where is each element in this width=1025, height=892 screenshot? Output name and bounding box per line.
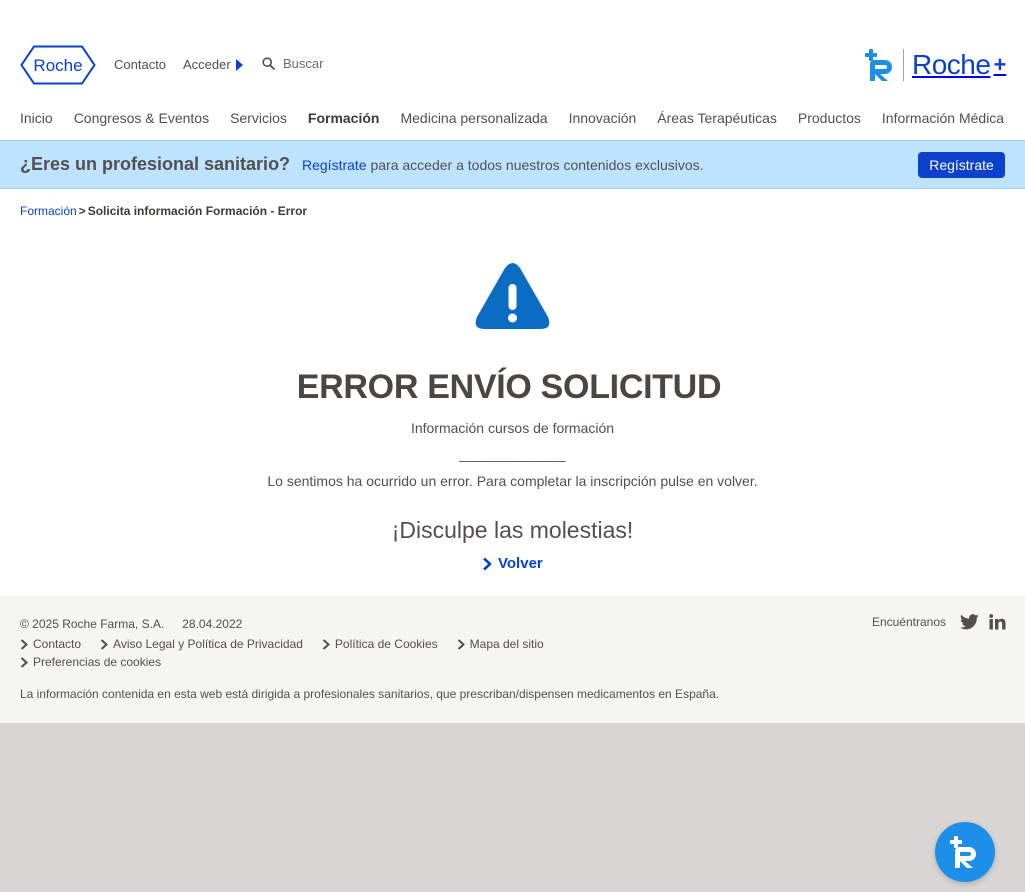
- footer-link-label: Mapa del sitio: [469, 637, 544, 651]
- back-link-label: Volver: [498, 555, 543, 572]
- error-subtitle: Información cursos de formación: [410, 420, 615, 436]
- footer-link-label: Política de Cookies: [334, 637, 438, 651]
- breadcrumb-parent-link[interactable]: Formación: [20, 204, 77, 218]
- roche-logo[interactable]: Roche: [20, 45, 96, 85]
- nav-item-congresos[interactable]: Congresos & Eventos: [74, 110, 209, 130]
- roche-plus-fab[interactable]: [935, 822, 995, 882]
- apology-text: ¡Disculpe las molestias!: [391, 517, 634, 543]
- acceder-label: Acceder: [183, 57, 231, 72]
- chevron-right-icon: [20, 638, 28, 650]
- register-button[interactable]: Regístrate: [918, 152, 1005, 178]
- social-label: Encuéntranos: [871, 615, 946, 629]
- caret-right-icon: [235, 58, 243, 71]
- banner-register-link[interactable]: Regístrate: [302, 157, 367, 173]
- banner-title: ¿Eres un profesional sanitario?: [20, 154, 291, 174]
- footer-link-label: Contacto: [33, 637, 82, 651]
- chevron-right-icon: [322, 638, 330, 650]
- contacto-link[interactable]: Contacto: [114, 57, 166, 72]
- search-input[interactable]: [283, 56, 403, 71]
- breadcrumb-separator: >: [78, 204, 86, 218]
- nav-item-servicios[interactable]: Servicios: [230, 110, 287, 130]
- chevron-right-icon: [457, 638, 465, 650]
- nav-item-informacion-medica[interactable]: Información Médica: [882, 110, 1004, 130]
- footer-disclaimer: La información contenida en esta web est…: [20, 687, 720, 701]
- copyright-text: © 2025 Roche Farma, S.A.: [20, 617, 165, 631]
- search-box: [262, 56, 403, 71]
- roche-plus-suffix: +: [993, 52, 1007, 77]
- registration-banner: ¿Eres un profesional sanitario? Regístra…: [0, 140, 1025, 189]
- nav-item-formacion[interactable]: Formación: [308, 110, 380, 130]
- chevron-right-icon: [100, 638, 109, 650]
- roche-plus-divider: [903, 49, 904, 81]
- roche-logo-icon: Roche: [20, 45, 96, 85]
- roche-plus-logo[interactable]: Roche +: [864, 48, 1006, 82]
- chevron-right-icon: [483, 557, 492, 570]
- search-icon[interactable]: [262, 57, 275, 70]
- banner-text-body: para acceder a todos nuestros contenidos…: [366, 157, 704, 173]
- footer-link-cookies[interactable]: Política de Cookies: [322, 637, 438, 651]
- footer-link-mapa[interactable]: Mapa del sitio: [457, 637, 544, 651]
- acceder-link[interactable]: Acceder: [183, 57, 243, 72]
- twitter-link[interactable]: [960, 614, 979, 630]
- nav-item-medicina-personalizada[interactable]: Medicina personalizada: [400, 110, 547, 130]
- breadcrumb: Formación > Solicita información Formación…: [20, 204, 307, 218]
- footer-link-aviso-legal[interactable]: Aviso Legal y Política de Privacidad: [100, 637, 303, 651]
- nav-item-inicio[interactable]: Inicio: [20, 110, 53, 130]
- footer-link-preferencias[interactable]: Preferencias de cookies: [20, 655, 161, 669]
- linkedin-icon: [989, 614, 1006, 630]
- main-nav: Inicio Congresos & Eventos Servicios For…: [20, 110, 1004, 130]
- roche-plus-mark-icon: [865, 49, 892, 81]
- nav-item-productos[interactable]: Productos: [798, 110, 861, 130]
- footer-link-label: Aviso Legal y Política de Privacidad: [113, 637, 303, 651]
- banner-text: Regístrate para acceder a todos nuestros…: [302, 157, 704, 173]
- footer-date: 28.04.2022: [182, 617, 243, 631]
- social-links: Encuéntranos: [872, 614, 1006, 630]
- warning-triangle-icon: [475, 263, 550, 329]
- roche-plus-icon: [950, 836, 976, 868]
- chevron-right-icon: [20, 656, 28, 668]
- page: Roche Contacto Acceder Roche +: [0, 0, 1025, 723]
- nav-item-areas-terapeuticas[interactable]: Áreas Terapéuticas: [657, 110, 777, 130]
- twitter-icon: [960, 614, 979, 630]
- nav-item-innovacion[interactable]: Innovación: [569, 110, 637, 130]
- footer-link-contacto[interactable]: Contacto: [20, 637, 81, 651]
- back-link[interactable]: Volver: [482, 555, 543, 572]
- separator-dashes: _____________: [459, 446, 566, 462]
- site-footer: © 2025 Roche Farma, S.A. 28.04.2022 Conta…: [0, 596, 1025, 723]
- roche-logo-text: Roche: [33, 56, 82, 75]
- site-header: Roche Contacto Acceder Roche +: [0, 40, 1025, 92]
- error-message: Lo sentimos ha ocurrido un error. Para c…: [267, 473, 758, 489]
- footer-link-label: Preferencias de cookies: [33, 655, 162, 669]
- footer-links: Contacto Aviso Legal y Política de Priva…: [20, 637, 640, 669]
- linkedin-link[interactable]: [989, 614, 1006, 630]
- footer-copyright: © 2025 Roche Farma, S.A. 28.04.2022: [20, 617, 242, 631]
- breadcrumb-current: Solicita información Formación - Error: [87, 204, 308, 218]
- roche-plus-word: Roche: [912, 49, 991, 80]
- error-title: ERROR ENVÍO SOLICITUD: [296, 368, 722, 406]
